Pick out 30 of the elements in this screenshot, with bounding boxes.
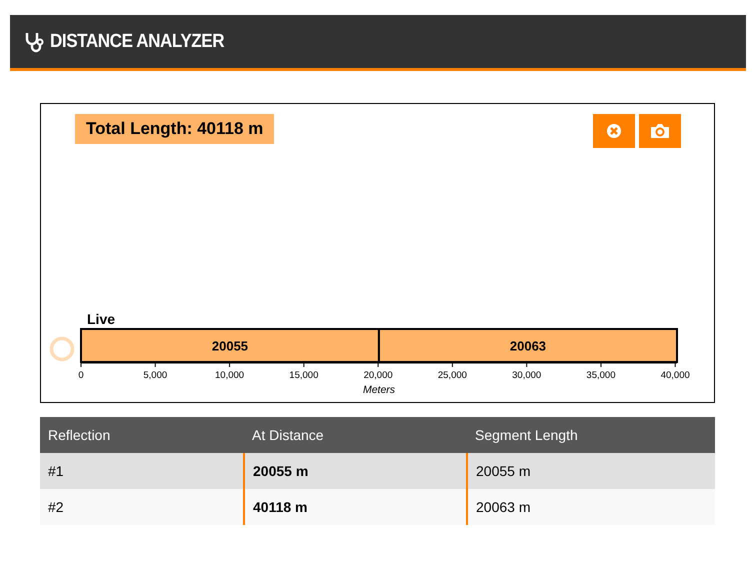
column-header: At Distance <box>244 417 467 453</box>
clear-button[interactable] <box>593 114 635 148</box>
app-title: DISTANCE ANALYZER <box>50 30 224 52</box>
table-cell: 20063 m <box>467 489 715 525</box>
tick-label: 40,000 <box>660 370 690 381</box>
tick-label: 35,000 <box>586 370 616 381</box>
total-length-label: Total Length: 40118 m <box>75 114 274 144</box>
tick-label: 15,000 <box>289 370 318 381</box>
stethoscope-icon <box>24 30 44 52</box>
tick-label: 30,000 <box>512 370 542 381</box>
camera-icon <box>650 123 670 139</box>
snapshot-button[interactable] <box>639 114 681 148</box>
loading-ring <box>50 336 74 362</box>
table-cell: #2 <box>40 489 244 525</box>
table-cell: 20055 m <box>244 453 467 489</box>
bar-value-label: 20063 <box>510 338 546 354</box>
axis-title: Meters <box>362 384 396 396</box>
tick-label: 20,000 <box>364 370 393 381</box>
column-header: Segment Length <box>467 417 715 453</box>
category-label: Live <box>87 311 116 327</box>
table-cell: 20055 m <box>467 453 715 489</box>
tick-label: 5,000 <box>143 370 168 381</box>
tick-label: 10,000 <box>215 370 244 381</box>
bar-value-label: 20055 <box>212 338 248 354</box>
table-cell: #1 <box>40 453 244 489</box>
tick-label: 0 <box>78 370 84 381</box>
table-cell: 40118 m <box>244 489 467 525</box>
tick-label: 25,000 <box>438 370 467 381</box>
close-icon <box>606 123 622 139</box>
column-header: Reflection <box>40 417 244 453</box>
